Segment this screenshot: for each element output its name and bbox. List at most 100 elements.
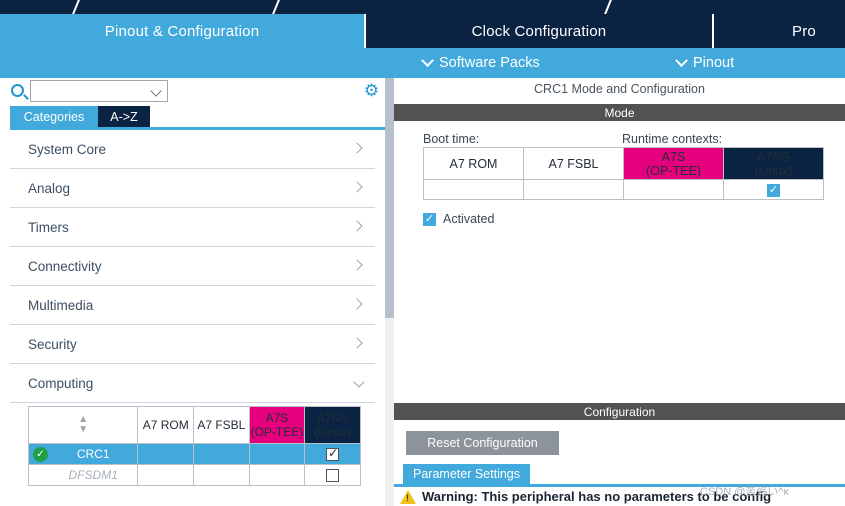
table-row[interactable]: DFSDM1: [27, 464, 361, 486]
header-line-2: (OP-TEE): [646, 163, 701, 178]
runtime-contexts-label: Runtime contexts:: [622, 132, 723, 146]
chevron-right-icon: [351, 259, 363, 271]
activated-row[interactable]: ✓ Activated: [423, 212, 494, 226]
tab-categories[interactable]: Categories: [10, 106, 98, 127]
cell-a7s[interactable]: [623, 179, 724, 200]
sidebar-scrollbar[interactable]: [385, 78, 394, 506]
category-list: System Core Analog Timers Connectivity M…: [10, 130, 375, 403]
peripheral-table: ▲ ▼ A7 ROM A7 FSBL A7S (OP-TEE) A7NS (Lin…: [27, 406, 361, 486]
search-input[interactable]: [31, 81, 147, 101]
header-line-1: A7NS: [757, 149, 790, 164]
secondary-toolbar: Software Packs Pinout: [0, 48, 845, 78]
cell-a7rom[interactable]: [137, 443, 195, 465]
category-label: Timers: [28, 219, 69, 235]
sidebar-item-timers[interactable]: Timers: [10, 208, 375, 247]
category-label: Multimedia: [28, 297, 94, 313]
sidebar-item-system-core[interactable]: System Core: [10, 130, 375, 169]
application-window: Pinout & Configuration Clock Configurati…: [0, 0, 845, 506]
peripheral-name-cell[interactable]: DFSDM1: [27, 464, 139, 486]
chevron-right-icon: [351, 337, 363, 349]
peripheral-name-cell[interactable]: ✓ CRC1: [27, 443, 139, 465]
configuration-panel: CRC1 Mode and Configuration Mode Boot ti…: [394, 78, 845, 506]
tab-pinout-and-configuration[interactable]: Pinout & Configuration: [0, 14, 366, 48]
cell-a7ns[interactable]: [304, 464, 361, 486]
cell-a7fsbl[interactable]: [193, 464, 250, 486]
header-line-2: (Linux): [754, 163, 793, 178]
column-header-a7rom[interactable]: A7 ROM: [423, 147, 524, 180]
page-title: CRC1 Mode and Configuration: [534, 82, 705, 96]
column-header-a7rom[interactable]: A7 ROM: [137, 406, 195, 444]
category-label: Security: [28, 336, 77, 352]
top-breadcrumb-strip: [0, 0, 845, 14]
column-header-a7s-optee[interactable]: A7S (OP-TEE): [623, 147, 724, 180]
category-label: Computing: [28, 375, 94, 391]
main-tab-bar: Pinout & Configuration Clock Configurati…: [0, 14, 845, 48]
green-check-circle-icon: ✓: [33, 447, 48, 462]
mode-table: A7 ROM A7 FSBL A7S (OP-TEE) A7NS (Linux): [423, 147, 824, 200]
menu-pinout[interactable]: Pinout: [675, 48, 735, 78]
reset-configuration-button[interactable]: Reset Configuration: [406, 431, 559, 455]
category-label: System Core: [28, 141, 107, 157]
menu-label: Software Packs: [439, 55, 540, 71]
column-header-a7ns-linux[interactable]: A7NS (Linux): [304, 406, 361, 444]
tab-parameter-settings[interactable]: Parameter Settings: [403, 464, 530, 484]
column-header-a7s-optee[interactable]: A7S (OP-TEE): [248, 406, 306, 444]
checkbox-a7ns[interactable]: [326, 469, 340, 483]
gear-icon[interactable]: ⚙: [363, 82, 380, 99]
cell-a7ns[interactable]: [304, 443, 361, 465]
menu-label: Pinout: [693, 55, 735, 71]
checkbox-a7ns-checked[interactable]: ✓: [767, 183, 780, 197]
cell-a7fsbl[interactable]: [193, 443, 250, 465]
tab-clock-configuration[interactable]: Clock Configuration: [366, 14, 714, 48]
header-line-1: A7NS: [316, 411, 349, 425]
chevron-right-icon: [351, 220, 363, 232]
column-header-a7fsbl[interactable]: A7 FSBL: [193, 406, 250, 444]
tab-a-to-z[interactable]: A->Z: [98, 106, 150, 127]
category-label: Analog: [28, 180, 71, 196]
column-header-a7fsbl[interactable]: A7 FSBL: [523, 147, 624, 180]
cell-a7rom[interactable]: [423, 179, 524, 200]
sidebar-item-computing[interactable]: Computing: [10, 364, 375, 403]
chevron-down-icon: [353, 376, 365, 388]
column-header-sort[interactable]: ▲ ▼: [27, 406, 139, 444]
table-header-row: ▲ ▼ A7 ROM A7 FSBL A7S (OP-TEE) A7NS (Lin…: [27, 406, 361, 444]
checkbox-activated[interactable]: ✓: [423, 212, 436, 226]
chevron-down-icon[interactable]: [150, 85, 162, 97]
table-row: ✓: [423, 179, 824, 200]
breadcrumb-slash-icon: [270, 0, 282, 14]
chevron-down-icon: [675, 53, 688, 67]
table-header-row: A7 ROM A7 FSBL A7S (OP-TEE) A7NS (Linux): [423, 147, 824, 180]
sidebar-scrollbar-thumb[interactable]: [385, 78, 394, 318]
tab-label: Pro: [792, 22, 816, 40]
cell-a7rom[interactable]: [137, 464, 195, 486]
tab-label: Clock Configuration: [471, 22, 607, 40]
tab-label: Pinout & Configuration: [104, 22, 260, 40]
sidebar-item-security[interactable]: Security: [10, 325, 375, 364]
chevron-right-icon: [351, 298, 363, 310]
peripheral-name: CRC1: [76, 447, 110, 461]
checkbox-a7ns[interactable]: [326, 446, 340, 462]
breadcrumb-slash-icon: [70, 0, 82, 14]
chevron-down-icon: [421, 53, 434, 67]
search-combo[interactable]: [30, 80, 168, 102]
chevron-right-icon: [351, 142, 363, 154]
boot-time-label: Boot time:: [423, 132, 480, 146]
cell-a7fsbl[interactable]: [523, 179, 624, 200]
cell-a7s[interactable]: [248, 443, 306, 465]
watermark: CSDN @苦殇い^ĸ: [700, 486, 790, 498]
sidebar-item-connectivity[interactable]: Connectivity: [10, 247, 375, 286]
breadcrumb-slash-icon: [602, 0, 614, 14]
tab-label: Parameter Settings: [413, 467, 520, 481]
sidebar-view-tabs: Categories A->Z: [0, 106, 385, 127]
cell-a7ns[interactable]: ✓: [723, 179, 824, 200]
section-label: Configuration: [583, 404, 656, 419]
menu-software-packs[interactable]: Software Packs: [421, 48, 540, 78]
header-line-1: A7S: [661, 149, 686, 164]
column-header-a7ns-linux[interactable]: A7NS (Linux): [723, 147, 824, 180]
sort-updown-icon[interactable]: ▲ ▼: [78, 415, 88, 435]
table-row[interactable]: ✓ CRC1: [27, 443, 361, 465]
tab-project-manager[interactable]: Pro: [714, 14, 845, 48]
cell-a7s[interactable]: [248, 464, 306, 486]
sidebar-item-multimedia[interactable]: Multimedia: [10, 286, 375, 325]
sidebar-item-analog[interactable]: Analog: [10, 169, 375, 208]
